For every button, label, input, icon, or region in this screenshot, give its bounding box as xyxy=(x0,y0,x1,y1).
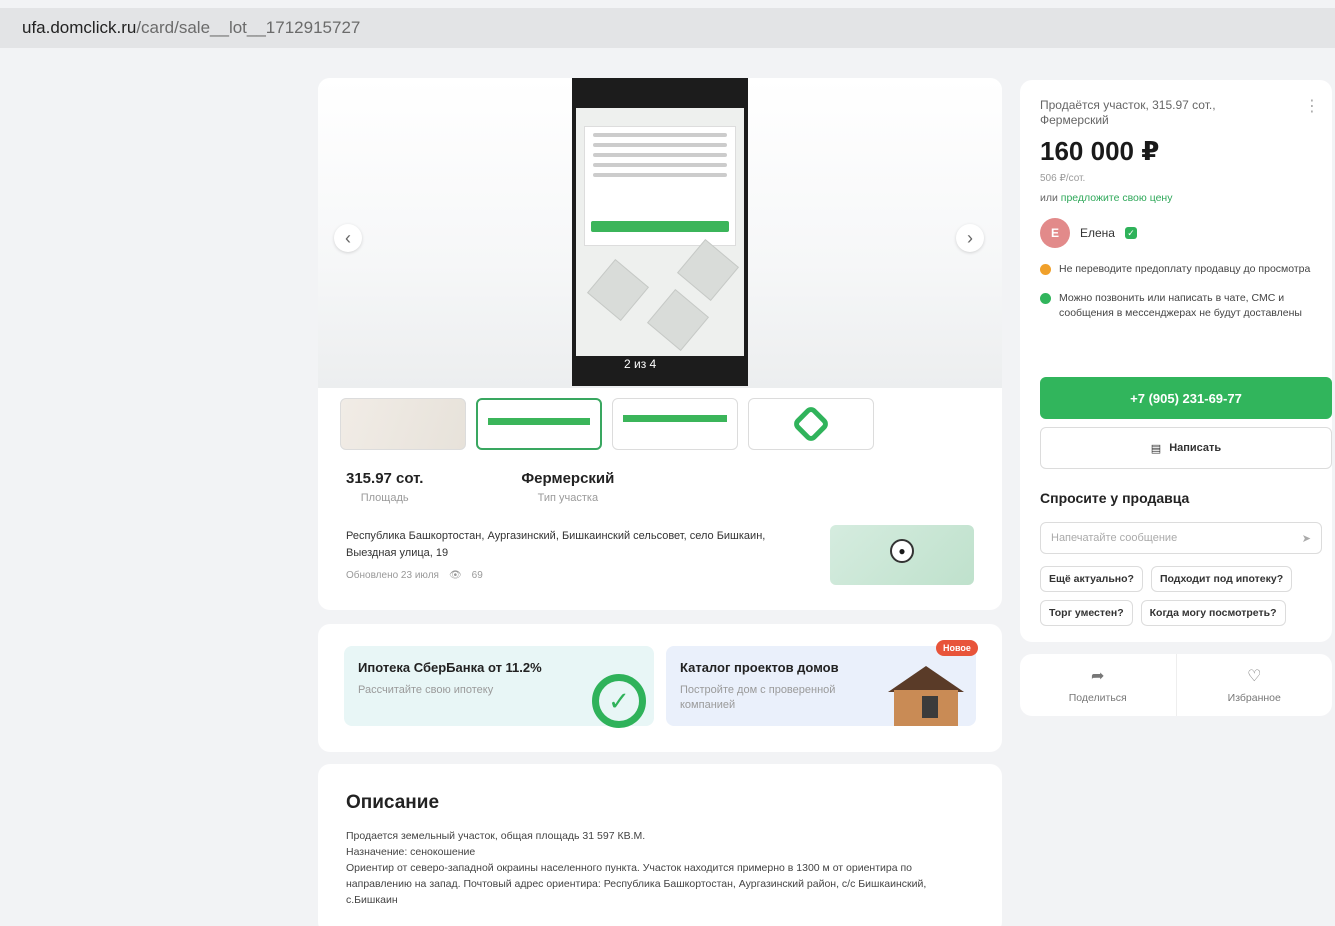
share-button[interactable]: ➦ Поделиться xyxy=(1020,654,1176,716)
mortgage-title: Ипотека СберБанка от 11.2% xyxy=(358,660,542,675)
contact-note: Можно позвонить или написать в чате, СМС… xyxy=(1040,291,1312,321)
url-path: /card/sale__lot__1712915727 xyxy=(136,18,361,37)
warning-icon xyxy=(1040,264,1051,275)
avatar: Е xyxy=(1040,218,1070,248)
photo-popup-image xyxy=(584,126,736,246)
show-phone-button[interactable]: +7 (905) 231-69-77 xyxy=(1040,377,1332,419)
listing-card: 2 из 4 ‹ › 315.97 сот. Площадь Фермерски… xyxy=(318,78,1002,610)
updated-date: Обновлено 23 июля xyxy=(346,570,439,581)
quick-question-chip[interactable]: Когда могу посмотреть? xyxy=(1140,600,1286,626)
photo-content xyxy=(576,108,744,356)
map-preview[interactable]: ● xyxy=(830,525,974,585)
quick-questions: Ещё актуально? Подходит под ипотеку? Тор… xyxy=(1040,566,1330,626)
listing-title: Продаётся участок, 315.97 сот., Фермерск… xyxy=(1040,98,1216,127)
thumbnail-4[interactable] xyxy=(748,398,874,450)
price: 160 000 ₽ xyxy=(1040,136,1160,166)
share-icon: ➦ xyxy=(1091,668,1105,685)
quick-question-chip[interactable]: Подходит под ипотеку? xyxy=(1150,566,1293,592)
quick-question-chip[interactable]: Торг уместен? xyxy=(1040,600,1133,626)
offer-price-link[interactable]: предложите свою цену xyxy=(1061,192,1173,204)
price-sidebar: Продаётся участок, 315.97 сот., Фермерск… xyxy=(1020,80,1332,642)
plot-type-label: Тип участка xyxy=(537,492,599,504)
warning-text: Не переводите предоплату продавцу до про… xyxy=(1059,263,1311,275)
new-badge: Новое xyxy=(936,640,978,656)
house-icon xyxy=(882,666,966,726)
thumbnail-2[interactable] xyxy=(476,398,602,450)
message-placeholder: Напечатайте сообщение xyxy=(1051,532,1178,544)
heart-icon: ♡ xyxy=(1247,668,1262,685)
description-line-3: Ориентир от северо-западной окраины насе… xyxy=(346,862,927,906)
message-input[interactable]: Напечатайте сообщение ➤ xyxy=(1040,522,1322,554)
thumbnail-strip xyxy=(340,398,874,450)
eye-icon: 👁 xyxy=(448,570,462,581)
catalog-subtitle: Постройте дом с проверенной компанией xyxy=(680,684,836,711)
shield-icon xyxy=(1040,293,1051,304)
write-label: Написать xyxy=(1169,442,1222,454)
area-label: Площадь xyxy=(360,492,409,504)
promo-card: Ипотека СберБанка от 11.2% Рассчитайте с… xyxy=(318,624,1002,752)
price-per-unit: 506 ₽/сот. xyxy=(1040,173,1086,184)
next-photo-button[interactable]: › xyxy=(956,224,984,252)
send-icon[interactable]: ➤ xyxy=(1302,532,1311,545)
offer-prefix: или xyxy=(1040,192,1058,204)
contact-note-text: Можно позвонить или написать в чате, СМС… xyxy=(1059,292,1302,319)
plot-type-value: Фермерский xyxy=(521,470,615,487)
description-heading: Описание xyxy=(346,792,440,813)
views-count: 69 xyxy=(471,570,483,581)
ask-seller-heading: Спросите у продавца xyxy=(1040,490,1190,506)
actions-card: ➦ Поделиться ♡ Избранное xyxy=(1020,654,1332,716)
map-pin-icon: ● xyxy=(890,539,914,563)
share-label: Поделиться xyxy=(1068,692,1127,704)
quick-question-chip[interactable]: Ещё актуально? xyxy=(1040,566,1143,592)
description-line-1: Продается земельный участок, общая площа… xyxy=(346,830,646,842)
url-host: ufa.domclick.ru xyxy=(22,18,137,37)
seller-name: Елена xyxy=(1080,226,1115,240)
chat-icon: ▤ xyxy=(1150,442,1162,455)
description-line-2: Назначение: сенокошение xyxy=(346,846,476,858)
prev-photo-button[interactable]: ‹ xyxy=(334,224,362,252)
prepayment-warning: Не переводите предоплату продавцу до про… xyxy=(1040,262,1312,277)
address-text: Республика Башкортостан, Аургазинский, Б… xyxy=(346,530,766,559)
description-card: Описание Продается земельный участок, об… xyxy=(318,764,1002,926)
thumbnail-3[interactable] xyxy=(612,398,738,450)
more-options-icon[interactable]: ⋮ xyxy=(1304,96,1320,116)
photo-viewer[interactable]: 2 из 4 ‹ › xyxy=(318,78,1002,388)
fact-plot-type: Фермерский Тип участка xyxy=(521,470,614,504)
listing-meta: Обновлено 23 июля 👁 69 xyxy=(346,570,483,581)
favorite-button[interactable]: ♡ Избранное xyxy=(1175,654,1333,716)
offer-line: или предложите свою цену xyxy=(1040,192,1312,204)
sberbank-logo-icon: ✓ xyxy=(592,674,646,728)
address-bar[interactable]: ufa.domclick.ru/card/sale__lot__17129157… xyxy=(0,8,1335,48)
write-button[interactable]: ▤ Написать xyxy=(1040,427,1332,469)
verified-icon: ✓ xyxy=(1124,227,1137,239)
photo-counter: 2 из 4 xyxy=(624,357,657,371)
area-value: 315.97 сот. xyxy=(346,470,424,487)
key-facts: 315.97 сот. Площадь Фермерский Тип участ… xyxy=(346,470,614,504)
listing-photo: 2 из 4 xyxy=(572,78,748,386)
catalog-promo[interactable]: Каталог проектов домов Постройте дом с п… xyxy=(666,646,976,726)
seller-info[interactable]: Е Елена ✓ xyxy=(1040,218,1312,248)
domclick-logo-icon xyxy=(791,404,831,444)
mortgage-promo[interactable]: Ипотека СберБанка от 11.2% Рассчитайте с… xyxy=(344,646,654,728)
thumbnail-1[interactable] xyxy=(340,398,466,450)
favorite-label: Избранное xyxy=(1227,692,1281,704)
fact-area: 315.97 сот. Площадь xyxy=(346,470,423,504)
